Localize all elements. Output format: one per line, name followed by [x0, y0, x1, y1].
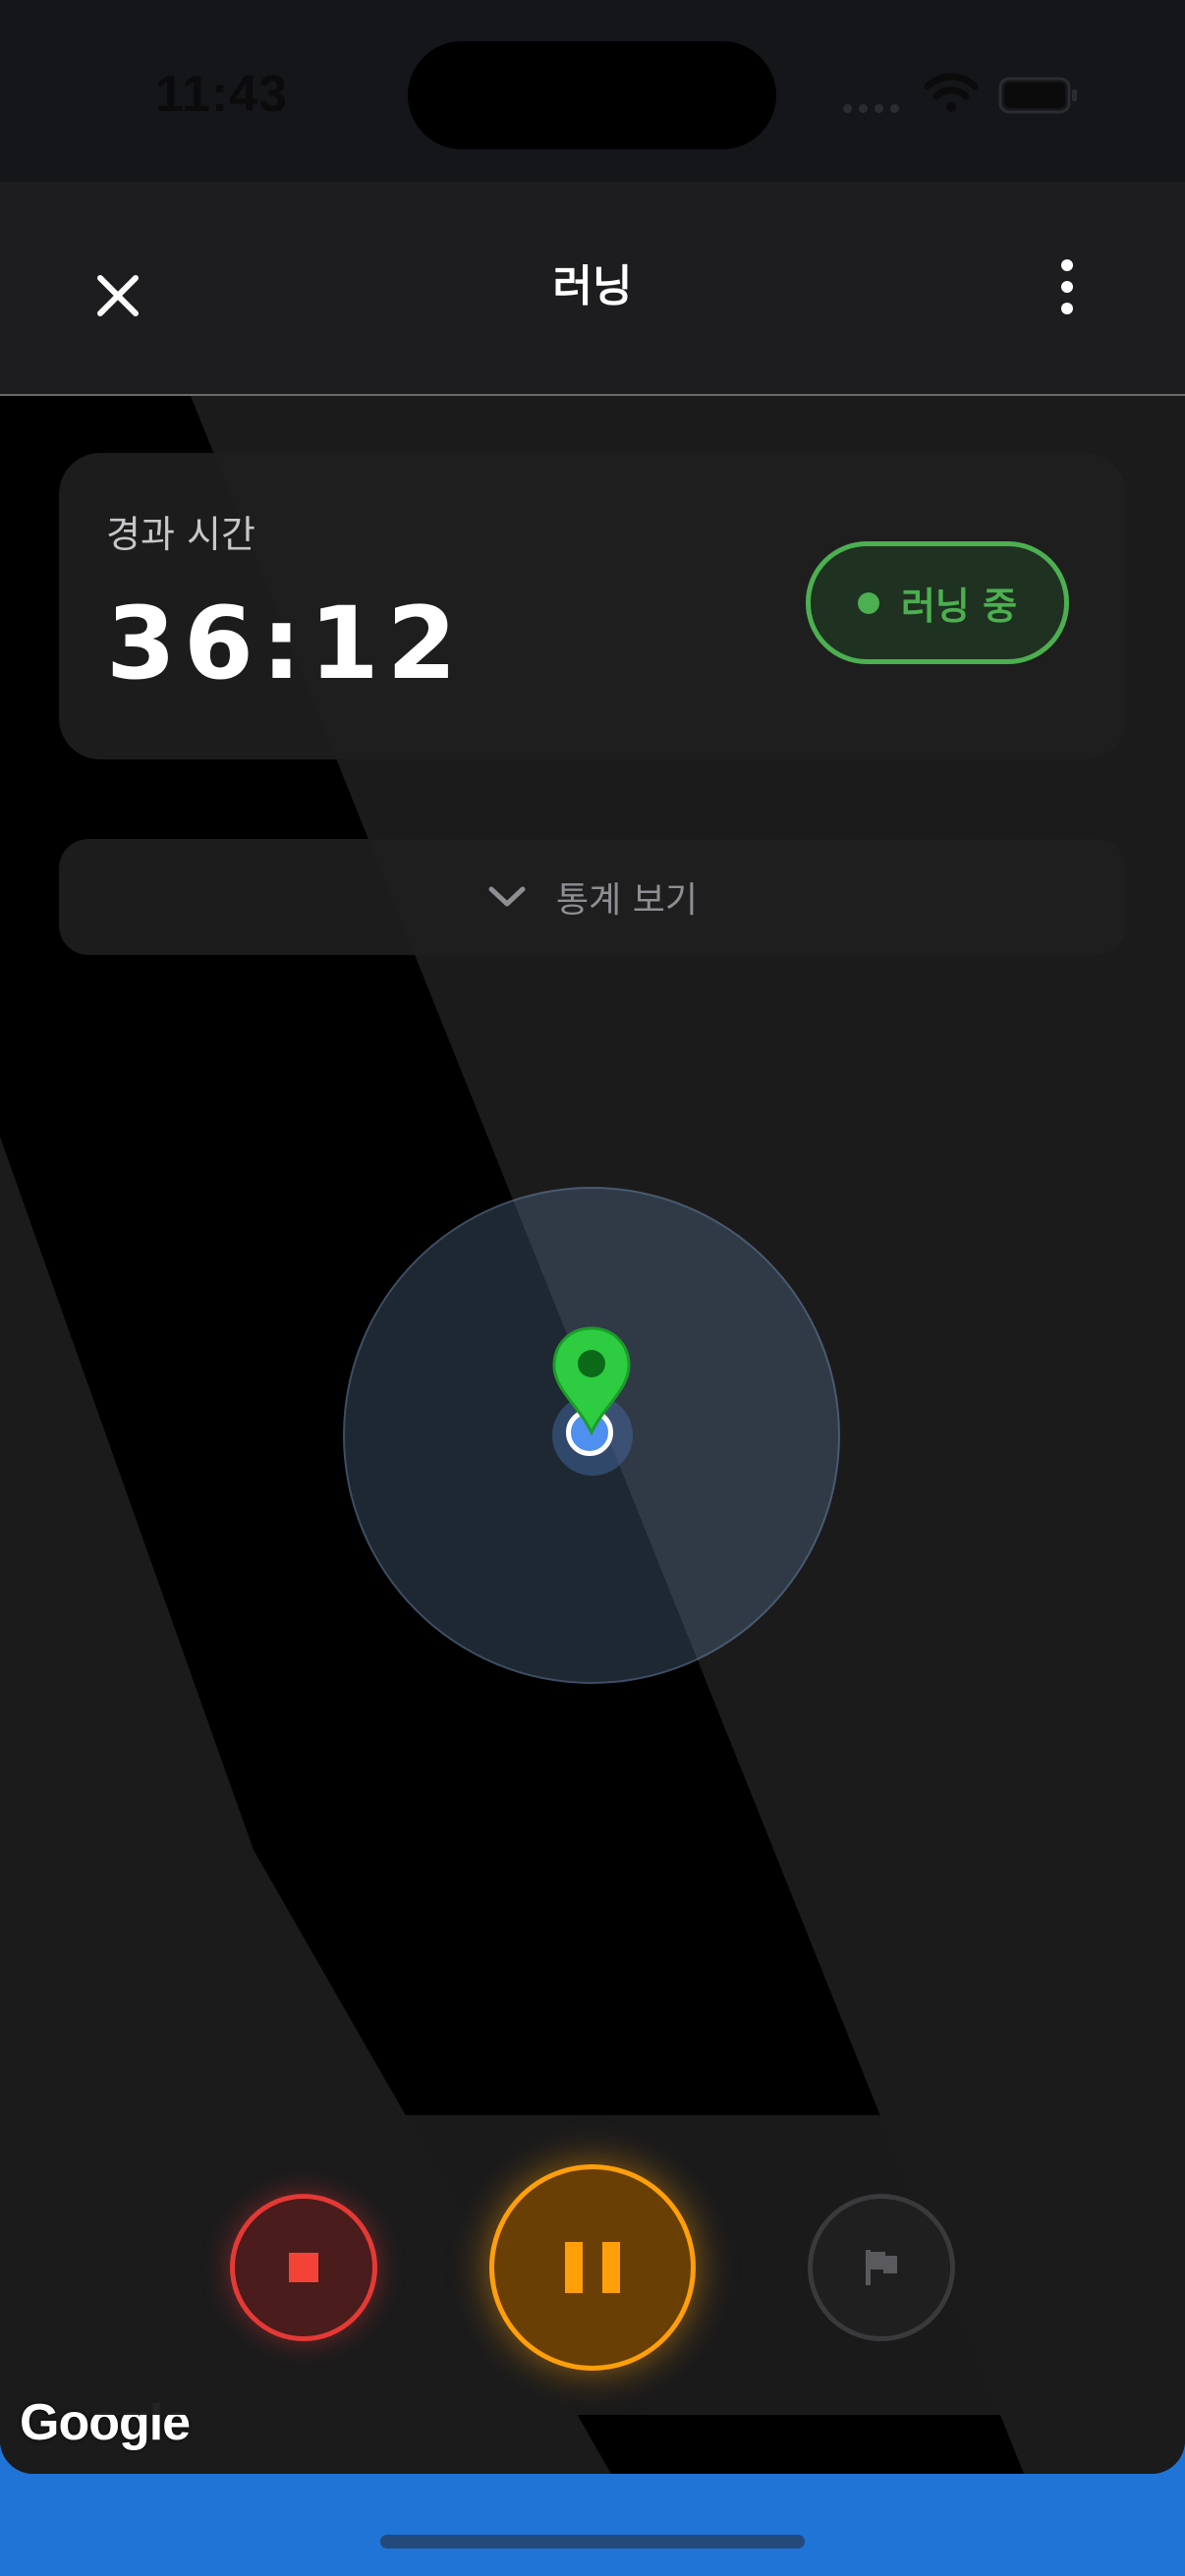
elapsed-time-value: 36:12	[106, 586, 465, 702]
home-indicator[interactable]	[380, 2535, 805, 2548]
cellular-signal-icon	[843, 104, 899, 113]
location-pin-icon[interactable]	[550, 1324, 633, 1436]
chevron-down-icon	[488, 886, 526, 907]
wifi-icon	[924, 73, 979, 112]
status-time: 11:43	[155, 66, 289, 123]
flag-icon	[866, 2250, 897, 2285]
pause-button[interactable]	[489, 2164, 696, 2371]
run-controls	[59, 2115, 1126, 2415]
app-header: 러닝	[0, 182, 1185, 396]
status-badge: 러닝 중	[806, 541, 1069, 664]
lap-flag-button[interactable]	[808, 2194, 955, 2341]
status-bar: 11:43	[0, 0, 1185, 182]
stop-icon	[289, 2253, 318, 2282]
status-dot-icon	[857, 591, 879, 614]
view-stats-button[interactable]: 통계 보기	[59, 839, 1126, 955]
more-options-button[interactable]	[1047, 257, 1087, 316]
view-stats-label: 통계 보기	[556, 880, 698, 921]
running-screen: 11:43 러닝 Google 경과 시간 36:12 러닝 중 통계 보기	[0, 0, 1185, 2576]
stop-button[interactable]	[230, 2194, 377, 2341]
elapsed-time-card: 경과 시간 36:12 러닝 중	[59, 453, 1126, 759]
pause-icon	[565, 2242, 620, 2293]
battery-icon	[998, 77, 1077, 114]
elapsed-time-label: 경과 시간	[106, 513, 255, 556]
dynamic-island	[408, 41, 776, 149]
page-title: 러닝	[552, 261, 633, 311]
more-vertical-icon	[1061, 259, 1073, 271]
status-badge-label: 러닝 중	[900, 585, 1018, 628]
